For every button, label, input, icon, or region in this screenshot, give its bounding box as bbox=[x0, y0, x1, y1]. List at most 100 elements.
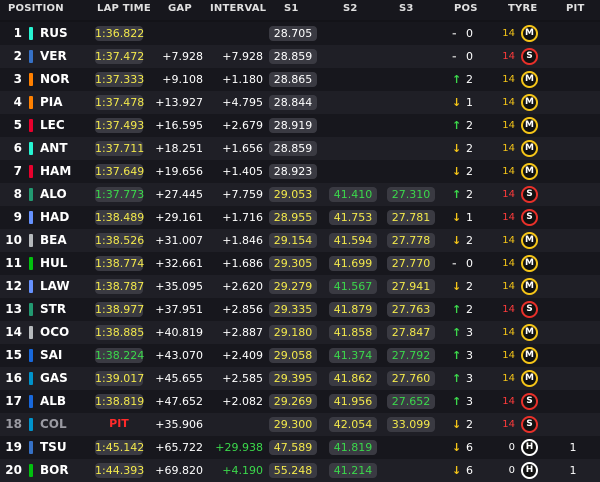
table-row[interactable]: 20 BOR 1:44.393 +69.820 +4.190 55.248 41… bbox=[0, 459, 600, 482]
lap-time: 1:37.493 bbox=[95, 118, 145, 133]
header-s3[interactable]: S3 bbox=[399, 3, 414, 14]
header-s2[interactable]: S2 bbox=[343, 3, 358, 14]
column-header-row: POSITION LAP TIME GAP INTERVAL S1 S2 S3 … bbox=[0, 0, 600, 20]
sector-s1: 28.955 bbox=[269, 210, 317, 225]
driver-code[interactable]: PIA bbox=[40, 95, 63, 110]
header-position[interactable]: POSITION bbox=[8, 3, 64, 14]
header-pos[interactable]: POS bbox=[454, 3, 478, 14]
timing-board: POSITION LAP TIME GAP INTERVAL S1 S2 S 3 … bbox=[0, 0, 600, 482]
driver-code[interactable]: LEC bbox=[40, 118, 65, 133]
driver-code[interactable]: BEA bbox=[40, 233, 67, 248]
table-row[interactable]: 7 HAM 1:37.649 +19.656 +1.405 28.923 ↓ 2… bbox=[0, 160, 600, 183]
header-interval[interactable]: INTERVAL bbox=[210, 3, 266, 14]
table-row[interactable]: 2 VER 1:37.472 +7.928 +7.928 28.859 - 0 … bbox=[0, 45, 600, 68]
position-change: 2 bbox=[466, 234, 473, 247]
table-row[interactable]: 19 TSU 1:45.142 +65.722 +29.938 47.589 4… bbox=[0, 436, 600, 459]
tyre-age: 14 bbox=[502, 350, 515, 361]
sector-s2: 41.858 bbox=[329, 325, 377, 340]
gap-value: +65.722 bbox=[155, 441, 203, 454]
interval-value: +2.082 bbox=[222, 395, 263, 408]
table-row[interactable]: 17 ALB 1:38.819 +47.652 +2.082 29.269 41… bbox=[0, 390, 600, 413]
sector-s3: 27.770 bbox=[387, 256, 435, 271]
driver-code[interactable]: ANT bbox=[40, 141, 68, 156]
table-row[interactable]: 5 LEC 1:37.493 +16.595 +2.679 28.919 ↑ 2… bbox=[0, 114, 600, 137]
driver-code[interactable]: HUL bbox=[40, 256, 67, 271]
driver-code[interactable]: ALO bbox=[40, 187, 67, 202]
sector-s3: 27.941 bbox=[387, 279, 435, 294]
lap-time: 1:37.472 bbox=[95, 49, 145, 64]
tyre-compound-icon: M bbox=[521, 94, 538, 111]
tyre-age: 14 bbox=[502, 143, 515, 154]
driver-code[interactable]: COL bbox=[40, 417, 67, 432]
driver-code[interactable]: ALB bbox=[40, 394, 66, 409]
lap-time: 1:38.224 bbox=[95, 348, 145, 363]
driver-code[interactable]: BOR bbox=[40, 463, 69, 478]
table-row[interactable]: 4 PIA 1:37.478 +13.927 +4.795 28.844 ↓ 1… bbox=[0, 91, 600, 114]
table-row[interactable]: 12 LAW 1:38.787 +35.095 +2.620 29.279 41… bbox=[0, 275, 600, 298]
sector-s3: 27.847 bbox=[387, 325, 435, 340]
driver-code[interactable]: VER bbox=[40, 49, 67, 64]
header-gap[interactable]: GAP bbox=[168, 3, 192, 14]
table-row[interactable]: 18 COL PIT +35.906 29.300 42.054 33.099 … bbox=[0, 413, 600, 436]
table-row[interactable]: 3 NOR 1:37.333 +9.108 +1.180 28.865 ↑ 2 … bbox=[0, 68, 600, 91]
table-row[interactable]: 11 HUL 1:38.774 +32.661 +1.686 29.305 41… bbox=[0, 252, 600, 275]
position-change: 2 bbox=[466, 418, 473, 431]
driver-code[interactable]: LAW bbox=[40, 279, 70, 294]
tyre-age: 14 bbox=[502, 281, 515, 292]
driver-code[interactable]: RUS bbox=[40, 26, 68, 41]
lap-time: 1:37.478 bbox=[95, 95, 145, 110]
driver-code[interactable]: TSU bbox=[40, 440, 67, 455]
arrow-up-icon: ↑ bbox=[452, 188, 462, 201]
table-row[interactable]: 6 ANT 1:37.711 +18.251 +1.656 28.859 ↓ 2… bbox=[0, 137, 600, 160]
position-change: 2 bbox=[466, 142, 473, 155]
driver-code[interactable]: HAD bbox=[40, 210, 69, 225]
table-row[interactable]: 10 BEA 1:38.526 +31.007 +1.846 29.154 41… bbox=[0, 229, 600, 252]
arrow-down-icon: ↓ bbox=[452, 165, 462, 178]
sector-s3: 27.760 bbox=[387, 371, 435, 386]
table-row[interactable]: 15 SAI 1:38.224 +43.070 +2.409 29.058 41… bbox=[0, 344, 600, 367]
header-pit[interactable]: PIT bbox=[566, 3, 584, 14]
gap-value: +35.906 bbox=[155, 418, 203, 431]
team-color-bar bbox=[29, 96, 33, 109]
dash-icon: - bbox=[452, 50, 457, 63]
header-s1[interactable]: S1 bbox=[284, 3, 299, 14]
sector-s1: 29.395 bbox=[269, 371, 317, 386]
driver-code[interactable]: STR bbox=[40, 302, 66, 317]
tyre-age: 14 bbox=[502, 189, 515, 200]
pit-count: 1 bbox=[569, 464, 577, 477]
position-change: 0 bbox=[466, 50, 473, 63]
header-lap-time[interactable]: LAP TIME bbox=[97, 3, 151, 14]
header-tyre[interactable]: TYRE bbox=[508, 3, 537, 14]
sector-s1: 47.589 bbox=[269, 440, 317, 455]
table-row[interactable]: 16 GAS 1:39.017 +45.655 +2.585 29.395 41… bbox=[0, 367, 600, 390]
table-row[interactable]: 13 STR 1:38.977 +37.951 +2.856 29.335 41… bbox=[0, 298, 600, 321]
tyre-compound-icon: H bbox=[521, 439, 538, 456]
tyre-age: 14 bbox=[502, 166, 515, 177]
tyre-compound-icon: M bbox=[521, 25, 538, 42]
table-row[interactable]: 9 HAD 1:38.489 +29.161 +1.716 28.955 41.… bbox=[0, 206, 600, 229]
driver-code[interactable]: OCO bbox=[40, 325, 69, 340]
sector-s3: 27.778 bbox=[387, 233, 435, 248]
sector-s3: 27.792 bbox=[387, 348, 435, 363]
driver-code[interactable]: GAS bbox=[40, 371, 68, 386]
table-row[interactable]: 8 ALO 1:37.773 +27.445 +7.759 29.053 41.… bbox=[0, 183, 600, 206]
interval-value: +2.409 bbox=[222, 349, 263, 362]
driver-code[interactable]: SAI bbox=[40, 348, 62, 363]
sector-s2: 41.374 bbox=[329, 348, 377, 363]
sector-s3: 33.099 bbox=[387, 417, 435, 432]
interval-value: +1.405 bbox=[222, 165, 263, 178]
sector-s1: 29.300 bbox=[269, 417, 317, 432]
dash-icon: - bbox=[452, 27, 457, 40]
tyre-age: 14 bbox=[502, 97, 515, 108]
position-change: 0 bbox=[466, 27, 473, 40]
arrow-up-icon: ↑ bbox=[452, 395, 462, 408]
tyre-compound-icon: S bbox=[521, 48, 538, 65]
table-row[interactable]: 1 RUS 1:36.822 28.705 - 0 14 M bbox=[0, 22, 600, 45]
driver-code[interactable]: HAM bbox=[40, 164, 71, 179]
gap-value: +16.595 bbox=[155, 119, 203, 132]
table-row[interactable]: 14 OCO 1:38.885 +40.819 +2.887 29.180 41… bbox=[0, 321, 600, 344]
driver-code[interactable]: NOR bbox=[40, 72, 69, 87]
position-change: 2 bbox=[466, 188, 473, 201]
position-number: 13 bbox=[5, 302, 22, 316]
interval-value: +1.846 bbox=[222, 234, 263, 247]
